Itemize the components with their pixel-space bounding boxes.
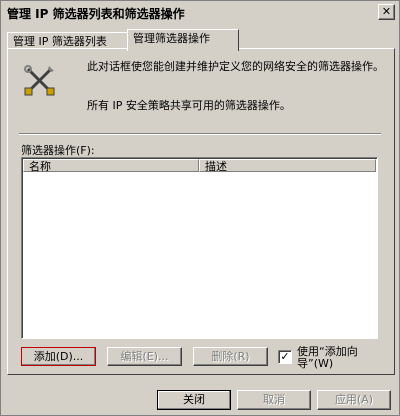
filter-actions-list[interactable]: 名称 描述 — [21, 157, 378, 339]
panel-description: 此对话框使您能创建并维护定义您的网络安全的筛选器操作。 — [87, 60, 384, 73]
panel-description-shared: 所有 IP 安全策略共享可用的筛选器操作。 — [87, 99, 291, 112]
edit-button[interactable]: 编辑(E)... — [107, 347, 182, 366]
separator — [19, 133, 381, 135]
use-wizard-label[interactable]: 使用“添加向导”(W) — [297, 346, 387, 370]
window-title: 管理 IP 筛选器列表和筛选器操作 — [7, 7, 185, 21]
tab-active-joint — [128, 47, 227, 50]
add-button[interactable]: 添加(D)... — [21, 347, 96, 366]
close-button[interactable]: 关闭 — [157, 390, 231, 410]
column-header-name[interactable]: 名称 — [23, 159, 199, 173]
list-header: 名称 描述 — [23, 159, 376, 173]
use-wizard-checkbox[interactable]: ✓ — [278, 350, 292, 364]
tools-icon — [24, 65, 55, 96]
column-header-description[interactable]: 描述 — [199, 159, 376, 173]
filter-actions-label: 筛选器操作(F): — [21, 144, 95, 157]
close-icon[interactable]: ✕ — [378, 4, 395, 20]
title-bar[interactable]: 管理 IP 筛选器列表和筛选器操作 ✕ — [2, 2, 398, 22]
cancel-button[interactable]: 取消 — [237, 390, 311, 410]
remove-button[interactable]: 删除(R) — [193, 347, 268, 366]
apply-button[interactable]: 应用(A) — [317, 390, 391, 410]
dialog-window: 管理 IP 筛选器列表和筛选器操作 ✕ 管理 IP 筛选器列表 管理筛选器操作 … — [0, 0, 400, 416]
